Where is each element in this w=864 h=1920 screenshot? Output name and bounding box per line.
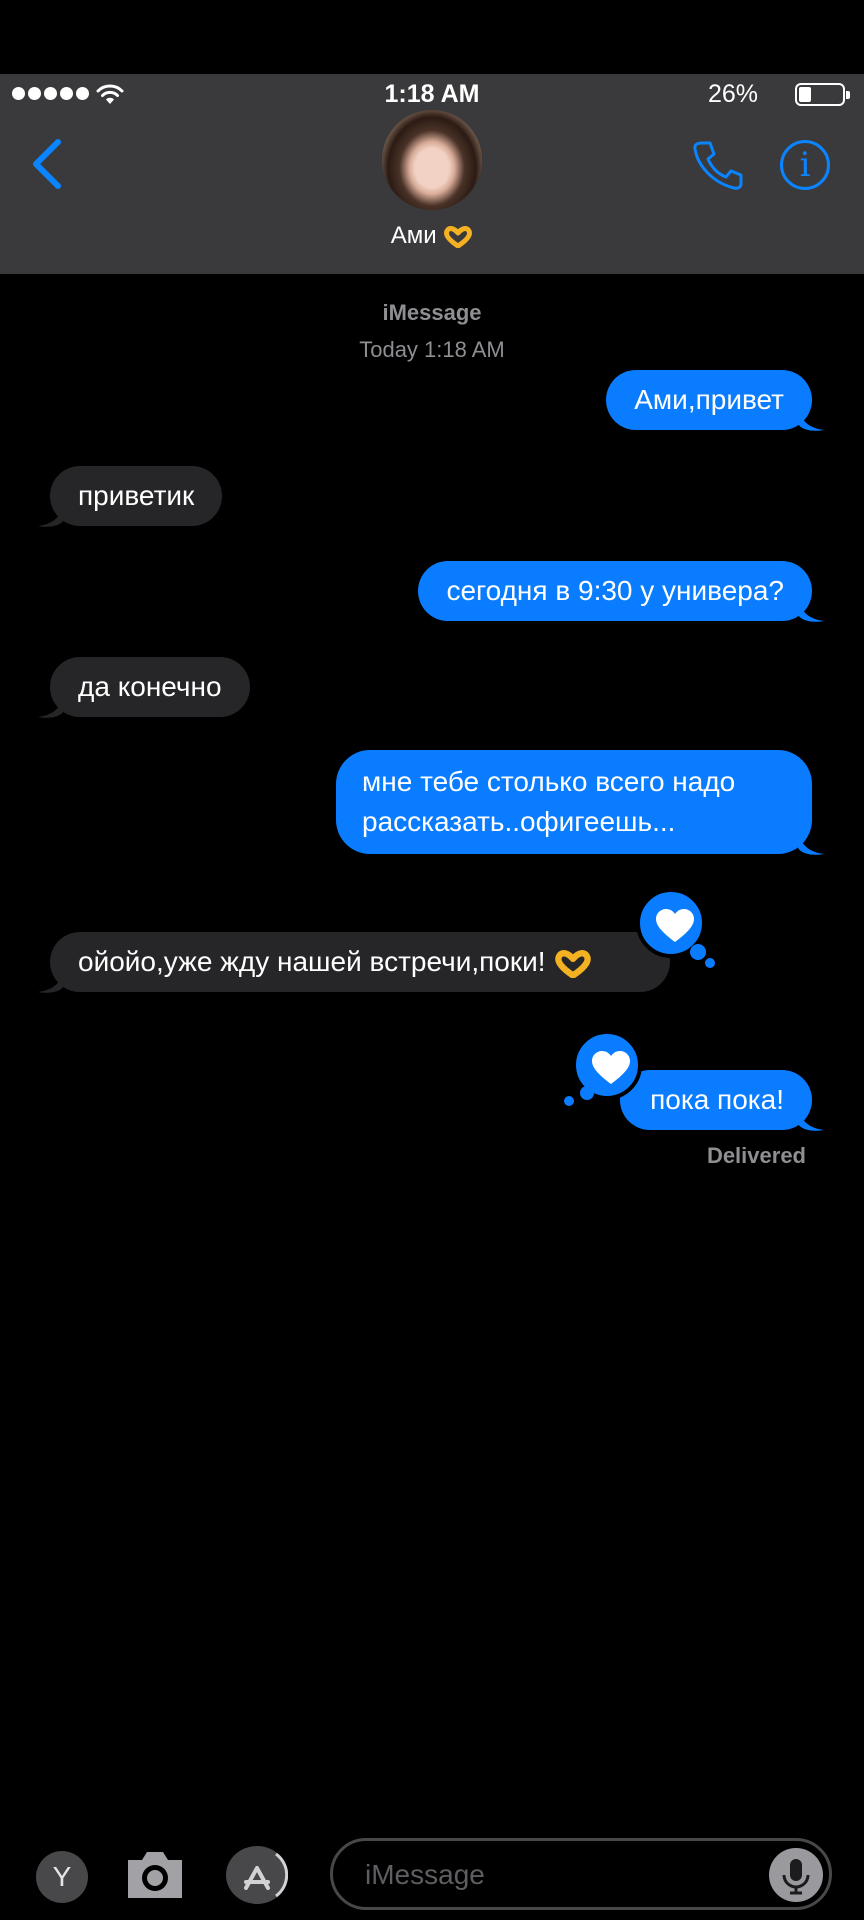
info-icon[interactable]: i bbox=[780, 140, 830, 190]
message-bubble-outgoing[interactable]: мне тебе столько всего надо рассказать..… bbox=[336, 750, 824, 855]
message-text: пока пока! bbox=[650, 1084, 784, 1115]
bubble-tail bbox=[38, 502, 64, 527]
bubble-tail bbox=[798, 597, 824, 622]
app-store-icon bbox=[244, 1852, 289, 1898]
microphone-icon bbox=[782, 1859, 810, 1895]
heart-icon bbox=[656, 909, 694, 942]
bubble-tail bbox=[798, 1106, 824, 1131]
tapback-tail-dot bbox=[690, 944, 706, 960]
bubble-tail bbox=[798, 830, 824, 855]
message-bubble-incoming[interactable]: приветик bbox=[38, 466, 223, 527]
status-bar: 1:18 AM 26% bbox=[0, 74, 864, 114]
message-bubble-outgoing[interactable]: сегодня в 9:30 у универа? bbox=[418, 561, 824, 622]
app-store-button[interactable] bbox=[226, 1846, 289, 1904]
thread-timestamp: Today 1:18 AM bbox=[359, 337, 505, 362]
tapback-tail-dot bbox=[564, 1096, 574, 1106]
delivery-status: Delivered bbox=[706, 1143, 806, 1168]
message-text: Ами,привет bbox=[634, 384, 784, 415]
tapback-tail-dot bbox=[705, 958, 715, 968]
camera-icon[interactable] bbox=[124, 1846, 186, 1902]
contact-name[interactable]: Ами bbox=[0, 222, 864, 250]
message-text: приветик bbox=[78, 480, 195, 511]
message-bubble-incoming[interactable]: ойойо,уже жду нашей встречи,поки! bbox=[38, 932, 670, 993]
message-text-line-2: рассказать..офигеешь... bbox=[362, 806, 676, 837]
heart-icon bbox=[592, 1051, 630, 1084]
message-input-placeholder: iMessage bbox=[365, 1859, 485, 1890]
microphone-button[interactable] bbox=[769, 1848, 823, 1902]
message-text-line-1: мне тебе столько всего надо bbox=[362, 766, 736, 797]
heart-hands-emoji-icon bbox=[555, 949, 592, 978]
back-chevron-icon[interactable] bbox=[28, 138, 68, 190]
heart-hands-emoji-icon bbox=[444, 225, 473, 248]
message-bubble-outgoing[interactable]: пока пока! bbox=[620, 1070, 824, 1131]
bubble-tail bbox=[38, 968, 64, 993]
message-text: сегодня в 9:30 у универа? bbox=[446, 575, 784, 606]
phone-icon[interactable] bbox=[690, 138, 744, 192]
top-safe-area bbox=[0, 0, 864, 74]
battery-icon bbox=[795, 83, 850, 106]
apps-button[interactable]: Y bbox=[36, 1851, 88, 1903]
message-input[interactable]: iMessage bbox=[330, 1838, 832, 1910]
bubble-tail bbox=[798, 406, 824, 431]
message-text: ойойо,уже жду нашей встречи,поки! bbox=[78, 946, 546, 977]
compose-bar: Y iMessage bbox=[0, 1830, 864, 1920]
message-text: да конечно bbox=[78, 671, 222, 702]
contact-avatar[interactable] bbox=[382, 110, 482, 210]
contact-name-text: Ами bbox=[390, 222, 437, 249]
bubble-tail bbox=[38, 693, 64, 718]
tapback-tail-dot bbox=[580, 1086, 594, 1100]
message-bubble-outgoing[interactable]: Ами,привет bbox=[606, 370, 824, 431]
message-bubble-incoming[interactable]: да конечно bbox=[38, 657, 250, 718]
service-label: iMessage bbox=[382, 300, 482, 325]
battery-percentage: 26% bbox=[707, 80, 758, 108]
